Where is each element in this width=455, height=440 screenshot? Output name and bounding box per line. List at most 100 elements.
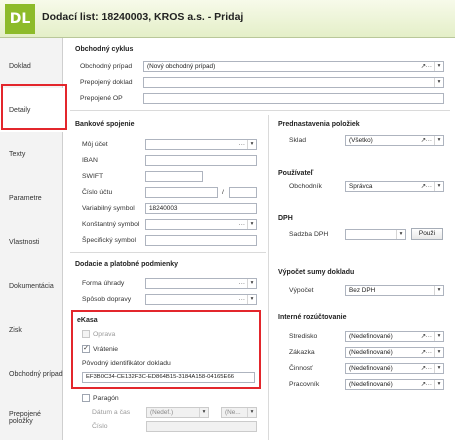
zakazka-value: (Nedefinované)	[349, 349, 393, 356]
chevron-down-icon[interactable]: ▾	[434, 364, 443, 373]
sposob-dopravy-select[interactable]: ··· ▾	[145, 294, 257, 305]
pouzi-button[interactable]: Použi	[411, 228, 443, 240]
swift-field[interactable]	[145, 171, 203, 182]
sklad-select[interactable]: (Všetko) ↗ ··· ▾	[345, 135, 444, 146]
konstantny-symbol-label: Konštantný symbol	[82, 221, 140, 228]
obchodnik-select[interactable]: Správca ↗ ··· ▾	[345, 181, 444, 192]
ellipsis-icon[interactable]: ···	[426, 332, 432, 341]
chevron-down-icon[interactable]: ▾	[434, 380, 443, 389]
obchodnik-value: Správca	[349, 183, 373, 190]
column-divider	[268, 115, 269, 440]
chevron-down-icon[interactable]: ▾	[247, 408, 256, 417]
vypocet-select[interactable]: Bez DPH ▾	[345, 285, 444, 296]
ellipsis-icon[interactable]: ···	[426, 136, 432, 145]
variabilny-symbol-label: Variabilný symbol	[82, 205, 135, 212]
identifikator-value: EF3B0C34-CE132F3C-ED864B15-3184A158-0416…	[86, 374, 235, 380]
sidebar-item-vlastnosti[interactable]: Vlastnosti	[0, 220, 63, 264]
ellipsis-icon[interactable]: ···	[239, 220, 245, 229]
sadzba-dph-select[interactable]: ▾	[345, 229, 406, 240]
vypocet-label: Výpočet	[289, 287, 314, 294]
paragon-checkbox[interactable]	[82, 394, 90, 402]
ellipsis-icon[interactable]: ···	[426, 348, 432, 357]
cinnost-value: (Nedefinované)	[349, 365, 393, 372]
moj-ucet-select[interactable]: ··· ▾	[145, 139, 257, 150]
section-dph: DPH	[278, 215, 293, 222]
paragon-label: Paragón	[93, 395, 119, 402]
sidebar-item-parametre[interactable]: Parametre	[0, 176, 63, 220]
variabilny-symbol-field[interactable]: 18240003	[145, 203, 257, 214]
sidebar-item-prepojene-polozky[interactable]: Prepojené položky	[0, 396, 63, 440]
chevron-down-icon[interactable]: ▾	[247, 220, 256, 229]
chevron-down-icon[interactable]: ▾	[434, 136, 443, 145]
sidebar-item-doklad[interactable]: Doklad	[0, 44, 63, 88]
cinnost-label: Činnosť	[289, 365, 313, 372]
chevron-down-icon[interactable]: ▾	[247, 140, 256, 149]
specificky-symbol-field[interactable]	[145, 235, 257, 246]
iban-field[interactable]	[145, 155, 257, 166]
app-logo: DL	[5, 4, 35, 34]
chevron-down-icon[interactable]: ▾	[199, 408, 208, 417]
sidebar-item-obchodny-pripad[interactable]: Obchodný prípad	[0, 352, 63, 396]
chevron-down-icon[interactable]: ▾	[396, 230, 405, 239]
ellipsis-icon[interactable]: ···	[426, 62, 432, 71]
section-interne-rozuctovanie: Interné rozúčtovanie	[278, 314, 347, 321]
ellipsis-icon[interactable]: ···	[239, 140, 245, 149]
chevron-down-icon[interactable]: ▾	[434, 62, 443, 71]
zakazka-select[interactable]: (Nedefinované) ↗ ··· ▾	[345, 347, 444, 358]
stredisko-select[interactable]: (Nedefinované) ↗ ··· ▾	[345, 331, 444, 342]
sidebar-item-texty[interactable]: Texty	[0, 132, 63, 176]
sposob-dopravy-label: Spôsob dopravy	[82, 296, 132, 303]
divider	[70, 252, 266, 253]
forma-uhrady-label: Forma úhrady	[82, 280, 125, 287]
obchodnik-label: Obchodník	[289, 183, 322, 190]
pracovnik-label: Pracovník	[289, 381, 320, 388]
ellipsis-icon[interactable]: ···	[239, 279, 245, 288]
ellipsis-icon[interactable]: ···	[239, 295, 245, 304]
obchodny-pripad-select[interactable]: (Nový obchodný prípad) ↗ ··· ▾	[143, 61, 444, 72]
prepojene-op-field[interactable]	[143, 93, 444, 104]
vypocet-value: Bez DPH	[349, 287, 376, 294]
divider	[70, 110, 450, 111]
cas-select[interactable]: (Ne... ▾	[221, 407, 257, 418]
obchodny-pripad-value: (Nový obchodný prípad)	[147, 63, 216, 70]
section-vypocet-sumy: Výpočet sumy dokladu	[278, 269, 355, 276]
obchodny-pripad-label: Obchodný prípad	[80, 63, 133, 70]
section-obchodny-cyklus: Obchodný cyklus	[75, 46, 134, 53]
stredisko-label: Stredisko	[289, 333, 318, 340]
chevron-down-icon[interactable]: ▾	[434, 348, 443, 357]
cinnost-select[interactable]: (Nedefinované) ↗ ··· ▾	[345, 363, 444, 374]
prepojeny-doklad-label: Prepojený doklad	[80, 79, 133, 86]
identifikator-field[interactable]: EF3B0C34-CE132F3C-ED864B15-3184A158-0416…	[82, 372, 255, 383]
ellipsis-icon[interactable]: ···	[426, 380, 432, 389]
cislo-label: Číslo	[92, 423, 108, 430]
cislo-uctu-field[interactable]	[145, 187, 218, 198]
ellipsis-icon[interactable]: ···	[426, 364, 432, 373]
sklad-label: Sklad	[289, 137, 307, 144]
chevron-down-icon[interactable]: ▾	[434, 182, 443, 191]
chevron-down-icon[interactable]: ▾	[247, 279, 256, 288]
chevron-down-icon[interactable]: ▾	[434, 286, 443, 295]
konstantny-symbol-select[interactable]: ··· ▾	[145, 219, 257, 230]
kod-banky-field[interactable]	[229, 187, 257, 198]
prepojeny-doklad-select[interactable]: ▾	[143, 77, 444, 88]
swift-label: SWIFT	[82, 173, 104, 180]
datum-label: Dátum a čas	[92, 409, 131, 416]
chevron-down-icon[interactable]: ▾	[434, 78, 443, 87]
identifikator-label: Pôvodný identifikátor dokladu	[82, 360, 171, 367]
sidebar-item-dokumentacia[interactable]: Dokumentácia	[0, 264, 63, 308]
window-header: DL Dodací list: 18240003, KROS a.s. - Pr…	[0, 0, 455, 38]
zakazka-label: Zákazka	[289, 349, 315, 356]
ellipsis-icon[interactable]: ···	[426, 182, 432, 191]
chevron-down-icon[interactable]: ▾	[247, 295, 256, 304]
section-prednastavenia: Prednastavenia položiek	[278, 121, 360, 128]
cislo-field[interactable]	[146, 421, 257, 432]
pracovnik-select[interactable]: (Nedefinované) ↗ ··· ▾	[345, 379, 444, 390]
vratenie-checkbox[interactable]: ✓	[82, 345, 90, 353]
datum-select[interactable]: (Nedef.) ▾	[146, 407, 209, 418]
oprava-checkbox[interactable]	[82, 330, 90, 338]
forma-uhrady-select[interactable]: ··· ▾	[145, 278, 257, 289]
section-pouzivatel: Používateľ	[278, 170, 314, 177]
chevron-down-icon[interactable]: ▾	[434, 332, 443, 341]
sidebar-item-zisk[interactable]: Zisk	[0, 308, 63, 352]
cas-value: (Ne...	[225, 409, 241, 416]
